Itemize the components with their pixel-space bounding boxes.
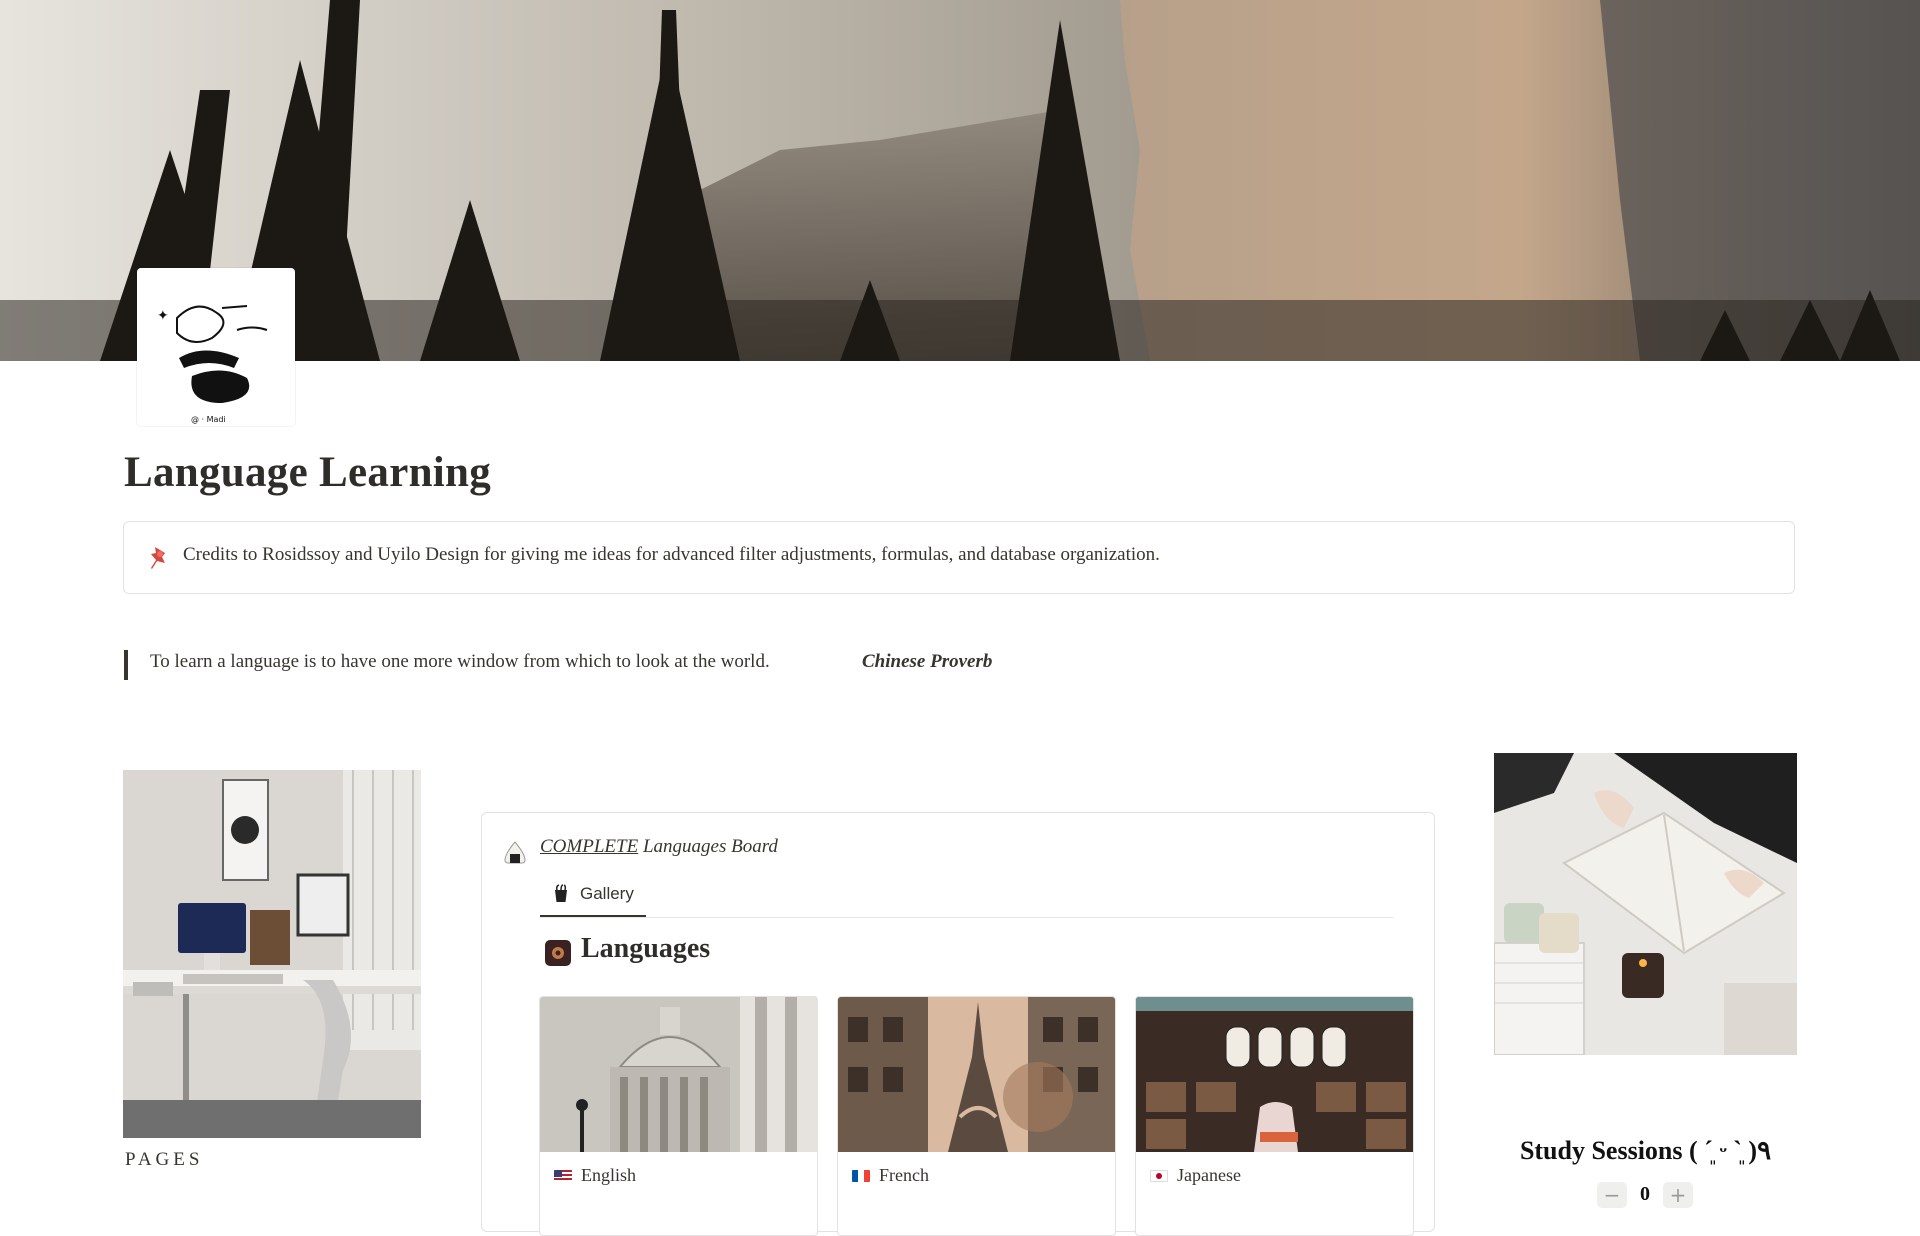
card-label-english: English bbox=[554, 1165, 636, 1186]
card-label-french: French bbox=[852, 1165, 929, 1186]
svg-text:✦: ✦ bbox=[157, 308, 169, 324]
card-label-japanese: Japanese bbox=[1150, 1165, 1241, 1186]
languages-section-title[interactable]: Languages bbox=[581, 933, 710, 965]
quote-bar bbox=[124, 650, 128, 680]
card-title-japanese: Japanese bbox=[1177, 1165, 1241, 1185]
quote-text: To learn a language is to have one more … bbox=[150, 651, 770, 672]
study-sessions-counter: 0 bbox=[1640, 1183, 1650, 1205]
card-title-french: French bbox=[879, 1165, 929, 1185]
page-title[interactable]: Language Learning bbox=[124, 448, 491, 497]
increment-button[interactable]: + bbox=[1663, 1182, 1693, 1208]
database-title-rest: Languages Board bbox=[638, 836, 778, 857]
desk-photo bbox=[123, 770, 421, 1138]
credits-callout: Credits to Rosidssoy and Uyilo Design fo… bbox=[123, 521, 1795, 594]
pushpin-icon[interactable] bbox=[146, 544, 174, 572]
decrement-button[interactable]: − bbox=[1597, 1182, 1627, 1208]
gallery-card-french[interactable]: French bbox=[837, 996, 1116, 1236]
cat-doodle-icon: ✦ @ · Madi bbox=[157, 305, 268, 424]
card-title-english: English bbox=[581, 1165, 637, 1185]
tab-gallery-label: Gallery bbox=[580, 884, 634, 903]
reading-photo bbox=[1494, 753, 1797, 1055]
us-flag-icon bbox=[554, 1170, 572, 1182]
page-icon[interactable]: ✦ @ · Madi bbox=[137, 268, 295, 426]
languages-section-icon bbox=[545, 940, 571, 966]
database-title[interactable]: COMPLETE Languages Board bbox=[540, 836, 778, 858]
view-divider bbox=[540, 917, 1394, 918]
study-sessions-title: Study Sessions ( ˊ͈ ᵕ ˋ͈ )٩ bbox=[1519, 1136, 1772, 1165]
reading-illustration bbox=[1494, 753, 1797, 1055]
callout-text: Credits to Rosidssoy and Uyilo Design fo… bbox=[183, 544, 1160, 565]
languages-database: COMPLETE Languages Board Gallery Languag… bbox=[481, 812, 1435, 1236]
jp-flag-icon bbox=[1150, 1170, 1168, 1182]
fr-flag-icon bbox=[852, 1170, 870, 1182]
tab-gallery[interactable]: Gallery bbox=[540, 877, 646, 917]
gallery-card-english[interactable]: English bbox=[539, 996, 818, 1236]
svg-text:@ · Madi: @ · Madi bbox=[191, 415, 226, 424]
database-title-underlined: COMPLETE bbox=[540, 836, 639, 857]
quote-author: Chinese Proverb bbox=[862, 651, 993, 672]
card-cover-english bbox=[540, 997, 817, 1152]
card-cover-japanese bbox=[1136, 997, 1413, 1152]
pages-heading: PAGES bbox=[125, 1149, 204, 1170]
onigiri-icon[interactable] bbox=[502, 839, 528, 865]
gallery-icon bbox=[555, 884, 567, 902]
desk-illustration bbox=[123, 770, 421, 1138]
gallery-card-japanese[interactable]: Japanese bbox=[1135, 996, 1414, 1236]
card-cover-french bbox=[838, 997, 1115, 1152]
